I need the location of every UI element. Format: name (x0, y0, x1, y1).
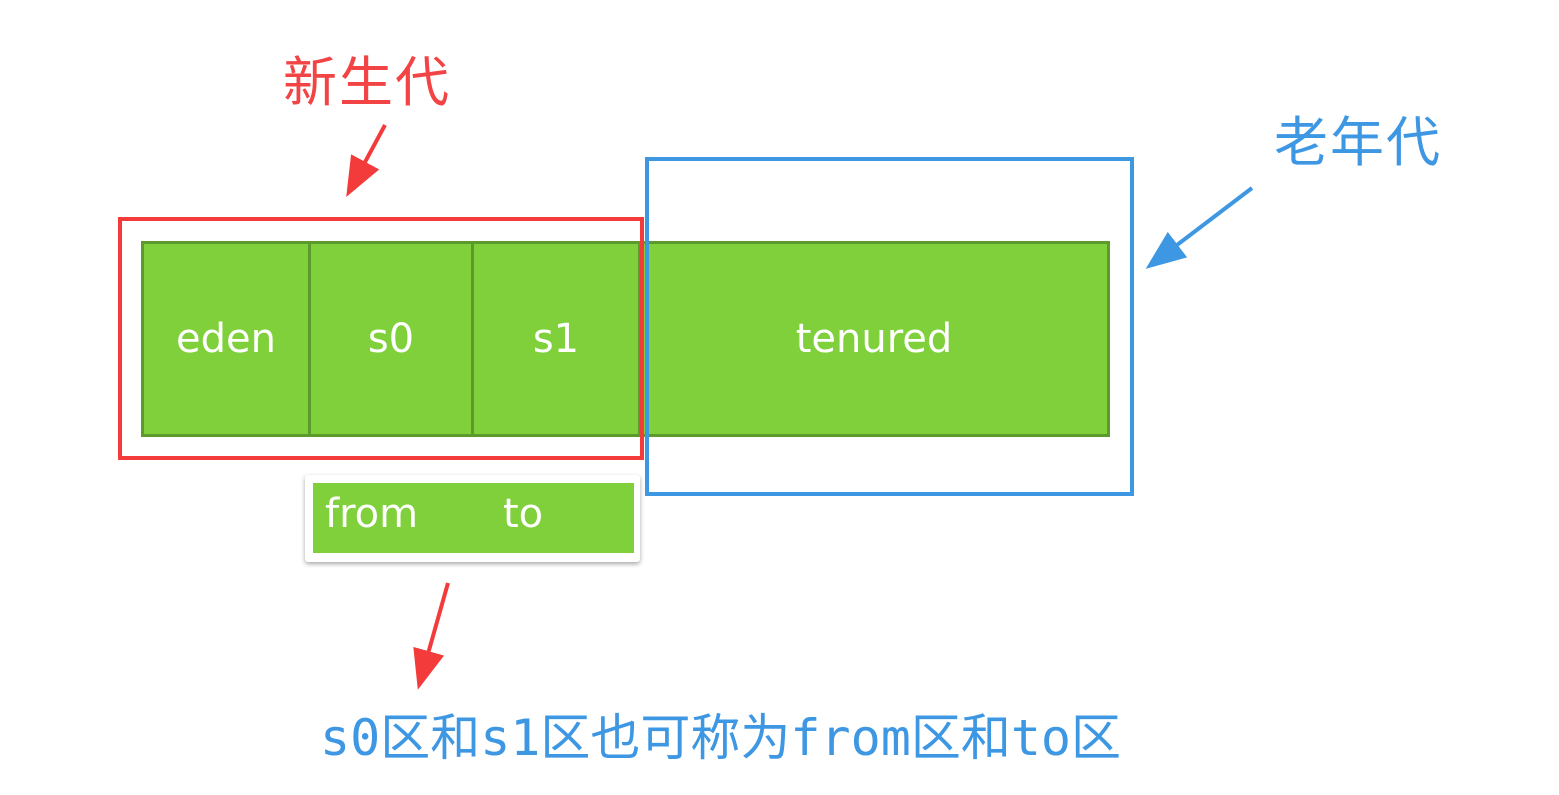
old-arrow-icon (1145, 186, 1254, 269)
caption-arrow-icon (413, 582, 450, 690)
arrows (346, 124, 1254, 690)
young-arrow-icon (346, 124, 387, 198)
